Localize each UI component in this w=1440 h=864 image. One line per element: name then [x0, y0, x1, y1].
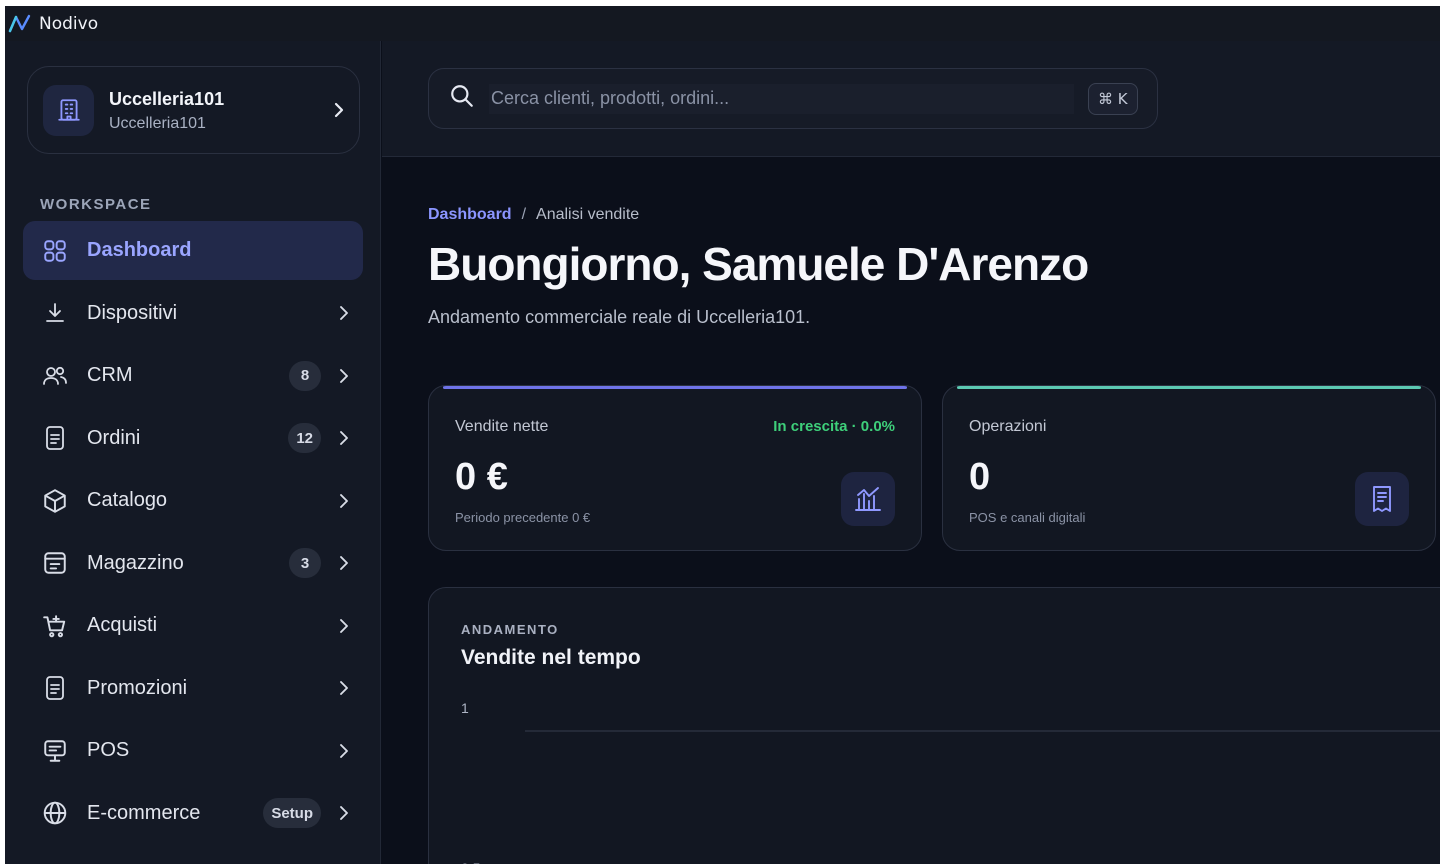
sidebar-item-label: Acquisti [87, 614, 158, 636]
sidebar-item-label: Promozioni [87, 676, 188, 699]
breadcrumb-separator: / [521, 206, 527, 223]
sidebar-item-label: POS [87, 739, 130, 761]
sidebar-item-magazzino[interactable]: Magazzino 3 [23, 534, 363, 593]
app-name: Nodivo [39, 13, 99, 34]
kpi-value: 0 [969, 456, 991, 498]
search-box[interactable]: ⌘ K [428, 68, 1158, 129]
building-icon [43, 84, 94, 136]
kpi-title: Vendite nette [455, 418, 549, 435]
sidebar-item-label: Dashboard [87, 239, 192, 261]
main-content: ⌘ K Dashboard / Analisi vendite Buongior… [382, 41, 1440, 864]
kpi-value: 0 € [455, 456, 508, 498]
pos-icon [40, 736, 70, 766]
y-tick-label: 0.5 [461, 860, 481, 864]
sales-line-chart: 10.5 [461, 700, 1440, 864]
page-subtitle: Andamento commerciale reale di Uccelleri… [428, 307, 811, 327]
cart-icon [40, 611, 70, 641]
sidebar-item-pos[interactable]: POS [23, 721, 363, 780]
search-icon [449, 83, 475, 114]
workspace-name: Uccelleria101 [109, 88, 225, 109]
chevron-right-icon [329, 680, 359, 696]
sidebar-item-ordini[interactable]: Ordini 12 [23, 409, 363, 468]
chevron-right-icon [329, 368, 359, 384]
search-input[interactable] [489, 83, 1074, 114]
title-bar: Nodivo [5, 6, 1440, 41]
workspace-subtitle: Uccelleria101 [109, 114, 206, 132]
sidebar-item-crm[interactable]: CRM 8 [23, 346, 363, 405]
grid-icon [40, 236, 70, 266]
page-title: Buongiorno, Samuele D'Arenzo [428, 238, 1089, 290]
sidebar-item-label: Catalogo [87, 489, 168, 511]
count-badge: 3 [289, 548, 321, 578]
warehouse-icon [40, 548, 70, 578]
sidebar-item-label: E-commerce [87, 801, 201, 824]
receipt-icon [1355, 472, 1409, 526]
kpi-card-operations: Operazioni 0 POS e canali digitali [942, 385, 1436, 551]
sidebar-item-label: Magazzino [87, 551, 184, 574]
chevron-right-icon [329, 430, 359, 446]
setup-badge: Setup [263, 798, 321, 828]
sidebar-item-acquisti[interactable]: Acquisti [23, 596, 363, 655]
users-icon [40, 361, 70, 391]
chevron-right-icon [329, 618, 359, 634]
box-icon [40, 486, 70, 516]
workspace-switcher[interactable]: Uccelleria101 Uccelleria101 [27, 66, 360, 154]
sidebar-item-dashboard[interactable]: Dashboard [23, 221, 363, 280]
sidebar-item-promozioni[interactable]: Promozioni [23, 659, 363, 718]
count-badge: 8 [289, 360, 321, 391]
search-shortcut-hint: ⌘ K [1088, 82, 1138, 115]
chevron-right-icon [329, 493, 359, 509]
download-icon [40, 298, 70, 328]
kpi-footnote: POS e canali digitali [969, 510, 1086, 525]
kpi-trend: In crescita · 0.0% [773, 418, 895, 435]
app-window: Nodivo Uccelleria101 Uccelleria101 WORKS… [5, 6, 1440, 864]
sidebar-section-label: WORKSPACE [40, 196, 152, 213]
sidebar-item-label: Dispositivi [87, 301, 178, 324]
globe-icon [40, 798, 70, 828]
sidebar: Uccelleria101 Uccelleria101 WORKSPACE Da… [5, 41, 381, 864]
nodivo-logo-icon [7, 11, 33, 37]
chevron-right-icon [329, 805, 359, 821]
y-tick-label: 1 [461, 700, 469, 716]
document-icon [40, 673, 70, 703]
chart-icon [841, 472, 895, 526]
breadcrumb-link-dashboard[interactable]: Dashboard [428, 206, 512, 224]
chevron-right-icon [319, 101, 359, 119]
kpi-accent-bar [443, 386, 907, 389]
document-icon [40, 423, 70, 453]
breadcrumb: Dashboard / Analisi vendite [428, 206, 639, 224]
sidebar-item-catalogo[interactable]: Catalogo [23, 471, 363, 530]
kpi-accent-bar [957, 386, 1421, 389]
kpi-title: Operazioni [969, 418, 1047, 435]
sidebar-item-label: CRM [87, 364, 133, 386]
chevron-right-icon [329, 305, 359, 321]
breadcrumb-current: Analisi vendite [536, 206, 640, 223]
sidebar-item-label: Ordini [87, 426, 141, 449]
count-badge: 12 [288, 423, 321, 453]
chevron-right-icon [329, 743, 359, 759]
kpi-footnote: Periodo precedente 0 € [455, 510, 591, 525]
sales-chart-card: ANDAMENTO Vendite nel tempo 10.5 [428, 587, 1440, 864]
sidebar-nav: Dashboard Dispositivi CRM 8 Ordini 12 Ca… [23, 221, 363, 846]
top-bar: ⌘ K [382, 41, 1440, 157]
sidebar-item-dispositivi[interactable]: Dispositivi [23, 284, 363, 343]
kpi-card-sales: Vendite nette In crescita · 0.0% 0 € Per… [428, 385, 922, 551]
sidebar-item-ecommerce[interactable]: E-commerce Setup [23, 784, 363, 843]
chevron-right-icon [329, 555, 359, 571]
